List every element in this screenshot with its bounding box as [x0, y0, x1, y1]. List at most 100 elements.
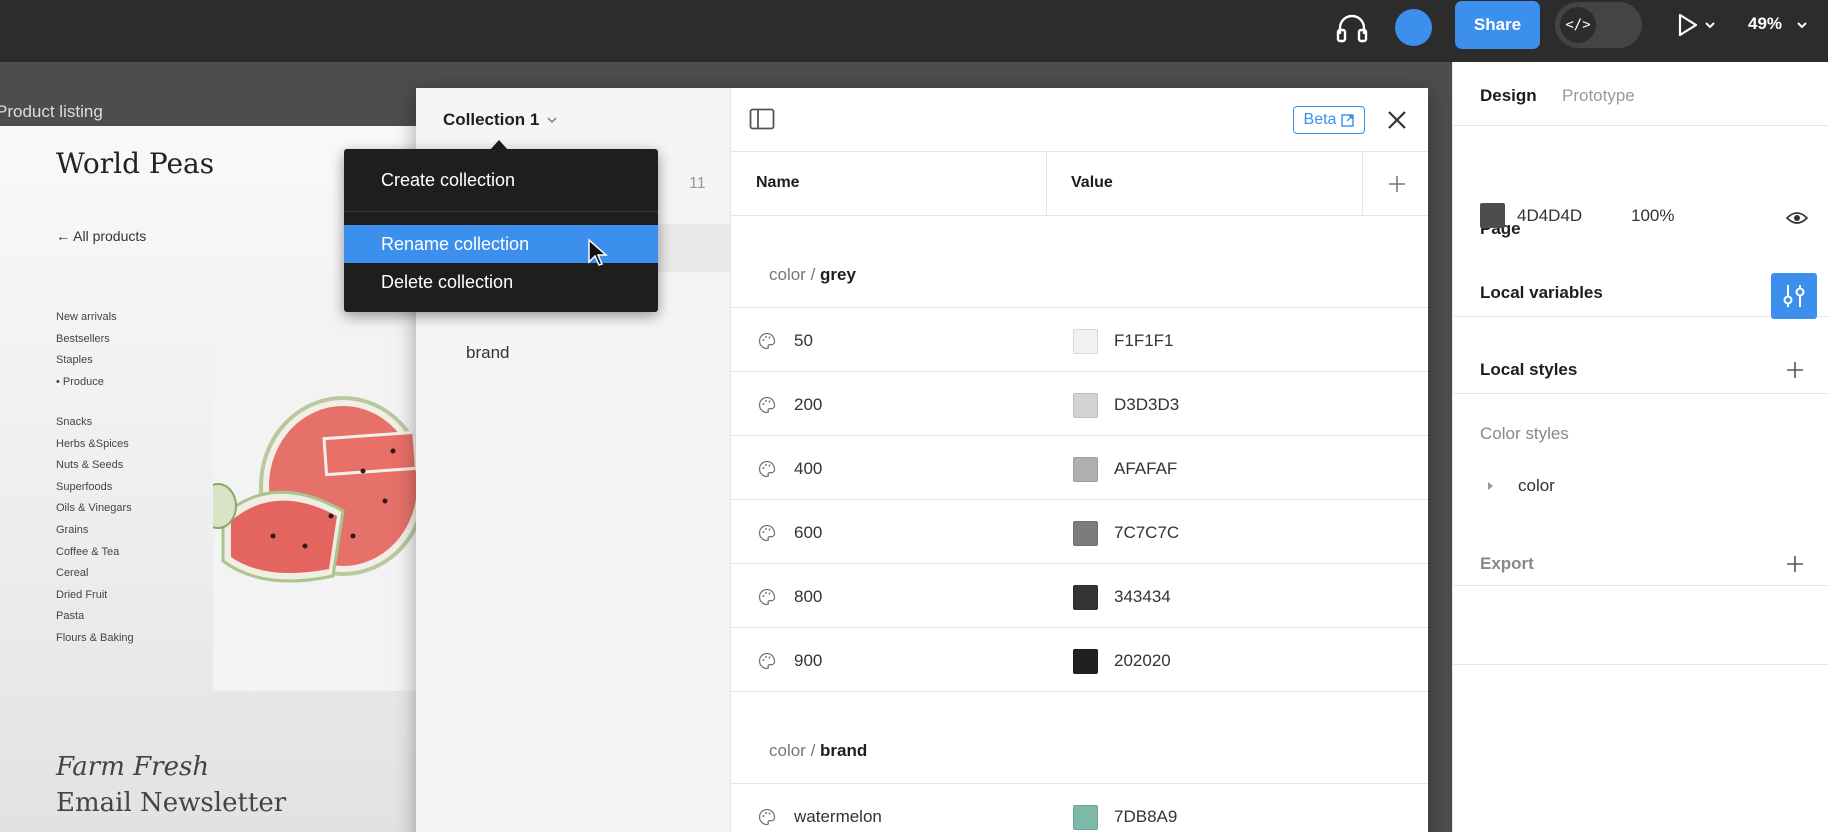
palette-icon [758, 332, 776, 350]
variable-value[interactable]: 343434 [1114, 587, 1171, 607]
eye-icon[interactable] [1786, 210, 1808, 226]
variable-group-title: color / brand [769, 741, 867, 761]
variable-color-swatch[interactable] [1073, 649, 1098, 674]
nav-item: Staples [56, 354, 93, 367]
nav-item: New arrivals [56, 311, 117, 323]
chevron-down-icon[interactable] [546, 114, 558, 126]
beta-badge[interactable]: Beta [1293, 106, 1365, 134]
variable-group-header: color / grey [731, 216, 1428, 308]
variable-row[interactable]: watermelon 7DB8A9 [731, 784, 1428, 832]
column-header-value: Value [1071, 174, 1113, 191]
back-link: ← All products [56, 228, 147, 244]
variable-color-swatch[interactable] [1073, 805, 1098, 830]
category-nav: New arrivals Bestsellers Staples • Produ… [56, 311, 117, 397]
group-item-brand[interactable]: brand [466, 343, 509, 363]
tab-design[interactable]: Design [1480, 86, 1537, 106]
group-prefix: color / [769, 741, 821, 760]
palette-icon [758, 460, 776, 478]
variable-value[interactable]: 7C7C7C [1114, 523, 1179, 543]
variable-name[interactable]: 200 [794, 395, 822, 415]
variable-row[interactable]: 50 F1F1F1 [731, 308, 1428, 372]
nav-item: Cereal [56, 567, 89, 580]
variable-row[interactable]: 600 7C7C7C [731, 500, 1428, 564]
variable-group-title: color / grey [769, 265, 856, 285]
expand-triangle-icon[interactable] [1488, 482, 1493, 490]
menu-item-delete-collection[interactable]: Delete collection [344, 263, 658, 301]
mouse-cursor-icon [588, 238, 608, 266]
avatar[interactable] [1395, 9, 1432, 46]
palette-icon [758, 588, 776, 606]
variable-name[interactable]: 900 [794, 651, 822, 671]
frame-label[interactable]: Product listing [0, 102, 103, 122]
variable-color-swatch[interactable] [1073, 521, 1098, 546]
nav-item: Coffee & Tea [56, 545, 120, 558]
group-count: 11 [689, 175, 706, 192]
dev-mode-toggle[interactable]: </> [1555, 2, 1642, 48]
sliders-icon [1783, 285, 1805, 307]
nav-item: Nuts & Seeds [56, 459, 124, 472]
page-color-hex[interactable]: 4D4D4D [1517, 206, 1582, 226]
nav-item: Grains [56, 523, 89, 536]
play-icon[interactable] [1674, 10, 1722, 40]
variable-name[interactable]: 400 [794, 459, 822, 479]
category-nav-secondary: Snacks Herbs &Spices Nuts & Seeds Superf… [56, 416, 134, 654]
variable-color-swatch[interactable] [1073, 457, 1098, 482]
headphones-icon[interactable] [1334, 10, 1370, 46]
variable-name[interactable]: 50 [794, 331, 813, 351]
add-export-icon[interactable] [1786, 555, 1804, 573]
brand-logo-text: World Peas [56, 147, 215, 180]
local-variables-button[interactable] [1771, 273, 1817, 319]
variable-row[interactable]: 900 202020 [731, 628, 1428, 692]
nav-item: Bestsellers [56, 332, 110, 345]
variable-group-header: color / brand [731, 692, 1428, 784]
color-style-group[interactable]: color [1518, 476, 1555, 496]
variable-row[interactable]: 400 AFAFAF [731, 436, 1428, 500]
close-icon[interactable] [1384, 107, 1410, 133]
variable-value[interactable]: D3D3D3 [1114, 395, 1179, 415]
tab-prototype[interactable]: Prototype [1562, 86, 1635, 106]
section-title-export[interactable]: Export [1480, 554, 1534, 574]
section-title-local-variables[interactable]: Local variables [1480, 283, 1603, 303]
page-color-swatch[interactable] [1480, 203, 1505, 228]
collection-dropdown-menu: Create collection Rename collection Dele… [344, 149, 658, 312]
sidebar-toggle-icon[interactable] [749, 108, 775, 130]
variable-row[interactable]: 800 343434 [731, 564, 1428, 628]
chevron-down-icon[interactable] [1795, 14, 1809, 36]
variable-name[interactable]: 800 [794, 587, 822, 607]
zoom-level[interactable]: 49% [1748, 14, 1782, 34]
column-header-name: Name [756, 174, 800, 191]
properties-panel: Design Prototype Page 4D4D4D 100% Local … [1452, 62, 1828, 832]
variable-name[interactable]: watermelon [794, 807, 882, 827]
group-name: brand [820, 741, 868, 760]
variable-value[interactable]: 202020 [1114, 651, 1171, 671]
export-section [1453, 586, 1828, 665]
variable-value[interactable]: F1F1F1 [1114, 331, 1174, 351]
add-mode-icon[interactable] [1387, 174, 1407, 194]
color-styles-label: Color styles [1480, 424, 1569, 443]
add-style-icon[interactable] [1786, 361, 1804, 379]
top-toolbar: Share </> 49% [0, 0, 1828, 62]
local-variables-section [1453, 317, 1828, 394]
variable-color-swatch[interactable] [1073, 329, 1098, 354]
column-header-row: Name Value [731, 152, 1428, 216]
share-button[interactable]: Share [1455, 1, 1540, 49]
code-icon: </> [1560, 7, 1596, 43]
beta-label: Beta [1303, 111, 1337, 128]
variable-color-swatch[interactable] [1073, 393, 1098, 418]
headline: Email Newsletter [56, 788, 287, 818]
external-link-icon [1341, 113, 1355, 127]
menu-item-rename-collection[interactable]: Rename collection [344, 225, 658, 263]
panel-tabs: Design Prototype [1453, 62, 1828, 126]
group-name: grey [820, 265, 856, 284]
variable-color-swatch[interactable] [1073, 585, 1098, 610]
menu-item-create-collection[interactable]: Create collection [344, 161, 658, 199]
nav-item: Superfoods [56, 480, 113, 493]
palette-icon [758, 652, 776, 670]
collection-selector[interactable]: Collection 1 [443, 110, 539, 130]
variable-value[interactable]: 7DB8A9 [1114, 807, 1177, 827]
variable-name[interactable]: 600 [794, 523, 822, 543]
page-color-opacity[interactable]: 100% [1631, 206, 1674, 226]
variable-row[interactable]: 200 D3D3D3 [731, 372, 1428, 436]
nav-item: Herbs &Spices [56, 437, 129, 450]
variable-value[interactable]: AFAFAF [1114, 459, 1177, 479]
